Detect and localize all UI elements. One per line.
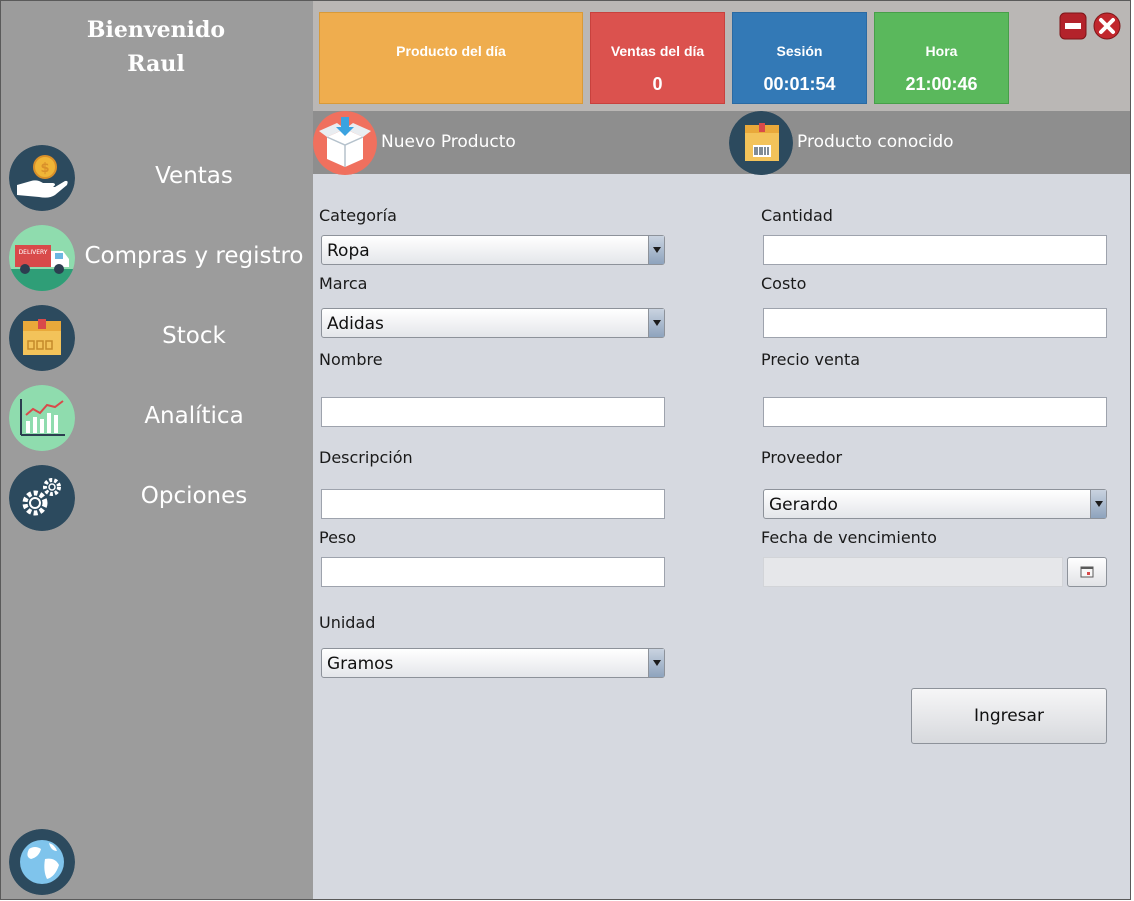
categoria-select[interactable]: Ropa xyxy=(321,235,665,265)
chevron-down-icon xyxy=(648,649,664,677)
chevron-down-icon xyxy=(1090,490,1106,518)
unidad-select[interactable]: Gramos xyxy=(321,648,665,678)
descripcion-field[interactable] xyxy=(321,489,665,519)
sidebar-item-label: Opciones xyxy=(140,483,248,509)
barcode-box-icon xyxy=(729,111,793,175)
ingresar-button[interactable]: Ingresar xyxy=(911,688,1107,744)
cantidad-label: Cantidad xyxy=(761,206,833,225)
nombre-field[interactable] xyxy=(321,397,665,427)
select-value: Gramos xyxy=(327,654,394,674)
sidebar-item-compras[interactable]: DELIVERY Compras y registro xyxy=(9,225,309,291)
sidebar-item-ventas[interactable]: $ Ventas xyxy=(9,145,309,211)
sidebar-item-label: Compras y registro xyxy=(84,243,304,269)
money-hand-icon: $ xyxy=(9,145,75,211)
tile-title: Hora xyxy=(925,43,958,59)
fecha-vencimiento-label: Fecha de vencimiento xyxy=(761,528,937,547)
sidebar-item-label: Analítica xyxy=(144,403,244,429)
product-of-day-tile: Producto del día xyxy=(319,12,583,104)
tab-producto-conocido[interactable]: Producto conocido xyxy=(723,111,1130,175)
marca-select[interactable]: Adidas xyxy=(321,308,665,338)
sales-of-day-tile: Ventas del día 0 xyxy=(590,12,725,104)
tab-bar: Nuevo Producto Producto conocido xyxy=(313,111,1130,175)
box-icon xyxy=(9,305,75,371)
sidebar-item-label: Ventas xyxy=(155,163,233,189)
globe-icon xyxy=(9,829,75,895)
svg-text:$: $ xyxy=(40,161,49,176)
descripcion-label: Descripción xyxy=(319,448,413,467)
categoria-label: Categoría xyxy=(319,206,397,225)
time-tile: Hora 21:00:46 xyxy=(874,12,1009,104)
precio-venta-field[interactable] xyxy=(763,397,1107,427)
tab-label: Producto conocido xyxy=(797,132,954,152)
chart-icon xyxy=(9,385,75,451)
globe-button[interactable] xyxy=(9,829,75,895)
tile-title: Producto del día xyxy=(396,43,506,59)
status-bar: Producto del día Ventas del día 0 Sesión… xyxy=(313,1,1130,111)
costo-field[interactable] xyxy=(763,308,1107,338)
chevron-down-icon xyxy=(648,309,664,337)
close-button[interactable] xyxy=(1093,12,1121,40)
minimize-icon xyxy=(1059,12,1087,40)
tile-value: 00:01:54 xyxy=(763,74,836,94)
sidebar-item-stock[interactable]: Stock xyxy=(9,305,309,371)
tile-title: Ventas del día xyxy=(610,43,705,59)
calendar-icon xyxy=(1080,566,1094,578)
select-value: Ropa xyxy=(327,241,370,261)
select-value: Adidas xyxy=(327,314,384,334)
peso-label: Peso xyxy=(319,528,357,547)
fecha-vencimiento-field[interactable] xyxy=(763,557,1063,587)
delivery-truck-icon: DELIVERY xyxy=(9,225,75,291)
sidebar: Bienvenido Raul $ Ventas DELIVERY Compra… xyxy=(1,1,313,899)
select-value: Gerardo xyxy=(769,495,838,515)
peso-field[interactable] xyxy=(321,557,665,587)
calendar-button[interactable] xyxy=(1067,557,1107,587)
nombre-label: Nombre xyxy=(319,350,383,369)
chevron-down-icon xyxy=(648,236,664,264)
marca-label: Marca xyxy=(319,274,368,293)
sidebar-item-label: Stock xyxy=(162,323,226,349)
session-tile: Sesión 00:01:54 xyxy=(732,12,867,104)
minimize-button[interactable] xyxy=(1059,12,1087,40)
open-box-icon xyxy=(313,111,377,175)
sidebar-item-opciones[interactable]: Opciones xyxy=(9,465,309,531)
proveedor-label: Proveedor xyxy=(761,448,843,467)
gears-icon xyxy=(9,465,75,531)
app-window: Bienvenido Raul $ Ventas DELIVERY Compra… xyxy=(0,0,1131,900)
user-name: Raul xyxy=(127,51,185,77)
close-icon xyxy=(1093,12,1121,40)
welcome-text: Bienvenido xyxy=(86,17,226,43)
tile-value: 0 xyxy=(652,74,663,94)
tile-value: 21:00:46 xyxy=(905,74,978,94)
cantidad-field[interactable] xyxy=(763,235,1107,265)
tab-label: Nuevo Producto xyxy=(381,132,516,152)
sidebar-item-analitica[interactable]: Analítica xyxy=(9,385,309,451)
tile-title: Sesión xyxy=(776,43,823,59)
svg-text:DELIVERY: DELIVERY xyxy=(19,249,48,256)
unidad-label: Unidad xyxy=(319,613,376,632)
costo-label: Costo xyxy=(761,274,807,293)
tab-nuevo-producto[interactable]: Nuevo Producto xyxy=(313,111,723,175)
proveedor-select[interactable]: Gerardo xyxy=(763,489,1107,519)
precio-venta-label: Precio venta xyxy=(761,350,861,369)
